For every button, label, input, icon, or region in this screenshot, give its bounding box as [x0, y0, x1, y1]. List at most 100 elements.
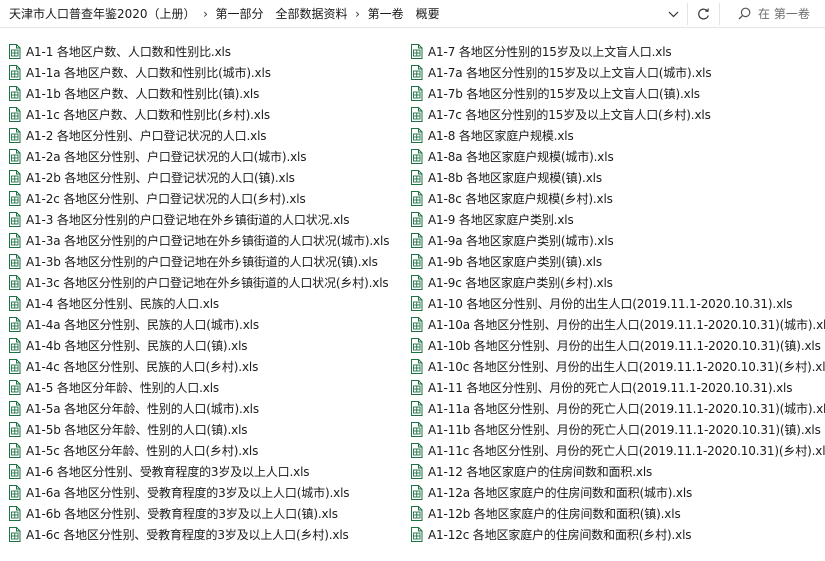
excel-file-icon — [6, 170, 22, 186]
excel-file-icon — [6, 380, 22, 396]
file-item[interactable]: A1-7a 各地区分性别的15岁及以上文盲人口(城市).xls — [408, 62, 825, 83]
excel-file-icon — [6, 296, 22, 312]
breadcrumb-separator-icon[interactable]: › — [199, 7, 213, 21]
file-item[interactable]: A1-7 各地区分性别的15岁及以上文盲人口.xls — [408, 41, 825, 62]
file-item[interactable]: A1-3b 各地区分性别的户口登记地在外乡镇街道的人口状况(镇).xls — [6, 251, 404, 272]
refresh-button[interactable] — [691, 3, 715, 25]
file-name: A1-9 各地区家庭户类别.xls — [428, 213, 574, 227]
file-item[interactable]: A1-2 各地区分性别、户口登记状况的人口.xls — [6, 125, 404, 146]
file-name: A1-7b 各地区分性别的15岁及以上文盲人口(镇).xls — [428, 87, 700, 101]
excel-file-icon — [408, 107, 424, 123]
file-item[interactable]: A1-4c 各地区分性别、民族的人口(乡村).xls — [6, 356, 404, 377]
file-name: A1-11b 各地区分性别、月份的死亡人口(2019.11.1-2020.10.… — [428, 423, 821, 437]
file-name: A1-9a 各地区家庭户类别(城市).xls — [428, 234, 614, 248]
file-item[interactable]: A1-6b 各地区分性别、受教育程度的3岁及以上人口(镇).xls — [6, 503, 404, 524]
file-item[interactable]: A1-8 各地区家庭户规模.xls — [408, 125, 825, 146]
search-input[interactable] — [758, 6, 822, 21]
file-item[interactable]: A1-2c 各地区分性别、户口登记状况的人口(乡村).xls — [6, 188, 404, 209]
file-item[interactable]: A1-11b 各地区分性别、月份的死亡人口(2019.11.1-2020.10.… — [408, 419, 825, 440]
file-item[interactable]: A1-7b 各地区分性别的15岁及以上文盲人口(镇).xls — [408, 83, 825, 104]
excel-file-icon — [6, 464, 22, 480]
file-item[interactable]: A1-12c 各地区家庭户的住房间数和面积(乡村).xls — [408, 524, 825, 545]
breadcrumb-item-volume-one[interactable]: 第一卷 概要 — [365, 5, 443, 22]
file-item[interactable]: A1-6c 各地区分性别、受教育程度的3岁及以上人口(乡村).xls — [6, 524, 404, 545]
file-item[interactable]: A1-8a 各地区家庭户规模(城市).xls — [408, 146, 825, 167]
excel-file-icon — [408, 149, 424, 165]
file-name: A1-1b 各地区户数、人口数和性别比(镇).xls — [26, 87, 260, 101]
file-name: A1-8b 各地区家庭户规模(镇).xls — [428, 171, 602, 185]
file-name: A1-1a 各地区户数、人口数和性别比(城市).xls — [26, 66, 271, 80]
file-name: A1-8a 各地区家庭户规模(城市).xls — [428, 150, 614, 164]
file-name: A1-11a 各地区分性别、月份的死亡人口(2019.11.1-2020.10.… — [428, 402, 825, 416]
file-item[interactable]: A1-6 各地区分性别、受教育程度的3岁及以上人口.xls — [6, 461, 404, 482]
excel-file-icon — [408, 44, 424, 60]
file-item[interactable]: A1-9c 各地区家庭户类别(乡村).xls — [408, 272, 825, 293]
excel-file-icon — [408, 401, 424, 417]
file-item[interactable]: A1-11a 各地区分性别、月份的死亡人口(2019.11.1-2020.10.… — [408, 398, 825, 419]
file-item[interactable]: A1-4a 各地区分性别、民族的人口(城市).xls — [6, 314, 404, 335]
excel-file-icon — [6, 233, 22, 249]
file-item[interactable]: A1-5b 各地区分年龄、性别的人口(镇).xls — [6, 419, 404, 440]
breadcrumb-item-yearbook[interactable]: 天津市人口普查年鉴2020（上册） — [6, 5, 199, 22]
excel-file-icon — [408, 485, 424, 501]
file-name: A1-10a 各地区分性别、月份的出生人口(2019.11.1-2020.10.… — [428, 318, 825, 332]
toolbar-divider — [687, 3, 688, 25]
file-item[interactable]: A1-5c 各地区分年龄、性别的人口(乡村).xls — [6, 440, 404, 461]
file-name: A1-9b 各地区家庭户类别(镇).xls — [428, 255, 602, 269]
search-box[interactable] — [730, 1, 825, 26]
file-item[interactable]: A1-3 各地区分性别的户口登记地在外乡镇街道的人口状况.xls — [6, 209, 404, 230]
file-item[interactable]: A1-12 各地区家庭户的住房间数和面积.xls — [408, 461, 825, 482]
file-item[interactable]: A1-12b 各地区家庭户的住房间数和面积(镇).xls — [408, 503, 825, 524]
file-name: A1-11 各地区分性别、月份的死亡人口(2019.11.1-2020.10.3… — [428, 381, 793, 395]
file-item[interactable]: A1-3a 各地区分性别的户口登记地在外乡镇街道的人口状况(城市).xls — [6, 230, 404, 251]
file-item[interactable]: A1-5 各地区分年龄、性别的人口.xls — [6, 377, 404, 398]
file-item[interactable]: A1-4 各地区分性别、民族的人口.xls — [6, 293, 404, 314]
file-item[interactable]: A1-8b 各地区家庭户规模(镇).xls — [408, 167, 825, 188]
file-name: A1-10c 各地区分性别、月份的出生人口(2019.11.1-2020.10.… — [428, 360, 825, 374]
file-item[interactable]: A1-9a 各地区家庭户类别(城市).xls — [408, 230, 825, 251]
file-item[interactable]: A1-1b 各地区户数、人口数和性别比(镇).xls — [6, 83, 404, 104]
file-item[interactable]: A1-9 各地区家庭户类别.xls — [408, 209, 825, 230]
file-item[interactable]: A1-11 各地区分性别、月份的死亡人口(2019.11.1-2020.10.3… — [408, 377, 825, 398]
excel-file-icon — [6, 212, 22, 228]
excel-file-icon — [408, 191, 424, 207]
file-item[interactable]: A1-11c 各地区分性别、月份的死亡人口(2019.11.1-2020.10.… — [408, 440, 825, 461]
file-item[interactable]: A1-10 各地区分性别、月份的出生人口(2019.11.1-2020.10.3… — [408, 293, 825, 314]
file-item[interactable]: A1-10b 各地区分性别、月份的出生人口(2019.11.1-2020.10.… — [408, 335, 825, 356]
file-item[interactable]: A1-1c 各地区户数、人口数和性别比(乡村).xls — [6, 104, 404, 125]
file-column-left: A1-1 各地区户数、人口数和性别比.xls A1-1a 各地区户数、人口数和性别… — [6, 41, 404, 545]
file-item[interactable]: A1-10c 各地区分性别、月份的出生人口(2019.11.1-2020.10.… — [408, 356, 825, 377]
file-item[interactable]: A1-9b 各地区家庭户类别(镇).xls — [408, 251, 825, 272]
address-history-button[interactable] — [662, 3, 684, 25]
refresh-icon — [697, 8, 709, 19]
address-bar[interactable]: 天津市人口普查年鉴2020（上册） › 第一部分 全部数据资料 › 第一卷 概要 — [0, 0, 825, 28]
file-item[interactable]: A1-10a 各地区分性别、月份的出生人口(2019.11.1-2020.10.… — [408, 314, 825, 335]
breadcrumb-separator-icon[interactable]: › — [351, 7, 365, 21]
excel-file-icon — [6, 254, 22, 270]
file-name: A1-4 各地区分性别、民族的人口.xls — [26, 297, 219, 311]
file-name: A1-9c 各地区家庭户类别(乡村).xls — [428, 276, 613, 290]
file-item[interactable]: A1-1a 各地区户数、人口数和性别比(城市).xls — [6, 62, 404, 83]
excel-file-icon — [408, 233, 424, 249]
excel-file-icon — [6, 485, 22, 501]
file-item[interactable]: A1-2b 各地区分性别、户口登记状况的人口(镇).xls — [6, 167, 404, 188]
file-name: A1-5 各地区分年龄、性别的人口.xls — [26, 381, 219, 395]
file-name: A1-8 各地区家庭户规模.xls — [428, 129, 574, 143]
file-column-right: A1-7 各地区分性别的15岁及以上文盲人口.xls A1-7a 各地区分性别的1… — [408, 41, 825, 545]
file-item[interactable]: A1-3c 各地区分性别的户口登记地在外乡镇街道的人口状况(乡村).xls — [6, 272, 404, 293]
file-item[interactable]: A1-4b 各地区分性别、民族的人口(镇).xls — [6, 335, 404, 356]
file-item[interactable]: A1-5a 各地区分年龄、性别的人口(城市).xls — [6, 398, 404, 419]
file-item[interactable]: A1-1 各地区户数、人口数和性别比.xls — [6, 41, 404, 62]
file-item[interactable]: A1-12a 各地区家庭户的住房间数和面积(城市).xls — [408, 482, 825, 503]
file-item[interactable]: A1-7c 各地区分性别的15岁及以上文盲人口(乡村).xls — [408, 104, 825, 125]
file-item[interactable]: A1-2a 各地区分性别、户口登记状况的人口(城市).xls — [6, 146, 404, 167]
file-name: A1-1 各地区户数、人口数和性别比.xls — [26, 45, 231, 59]
file-item[interactable]: A1-8c 各地区家庭户规模(乡村).xls — [408, 188, 825, 209]
excel-file-icon — [6, 44, 22, 60]
breadcrumb-item-part-one[interactable]: 第一部分 全部数据资料 — [213, 5, 351, 22]
file-name: A1-8c 各地区家庭户规模(乡村).xls — [428, 192, 613, 206]
breadcrumb[interactable]: 天津市人口普查年鉴2020（上册） › 第一部分 全部数据资料 › 第一卷 概要 — [6, 0, 443, 27]
file-item[interactable]: A1-6a 各地区分性别、受教育程度的3岁及以上人口(城市).xls — [6, 482, 404, 503]
file-name: A1-7c 各地区分性别的15岁及以上文盲人口(乡村).xls — [428, 108, 711, 122]
excel-file-icon — [6, 128, 22, 144]
